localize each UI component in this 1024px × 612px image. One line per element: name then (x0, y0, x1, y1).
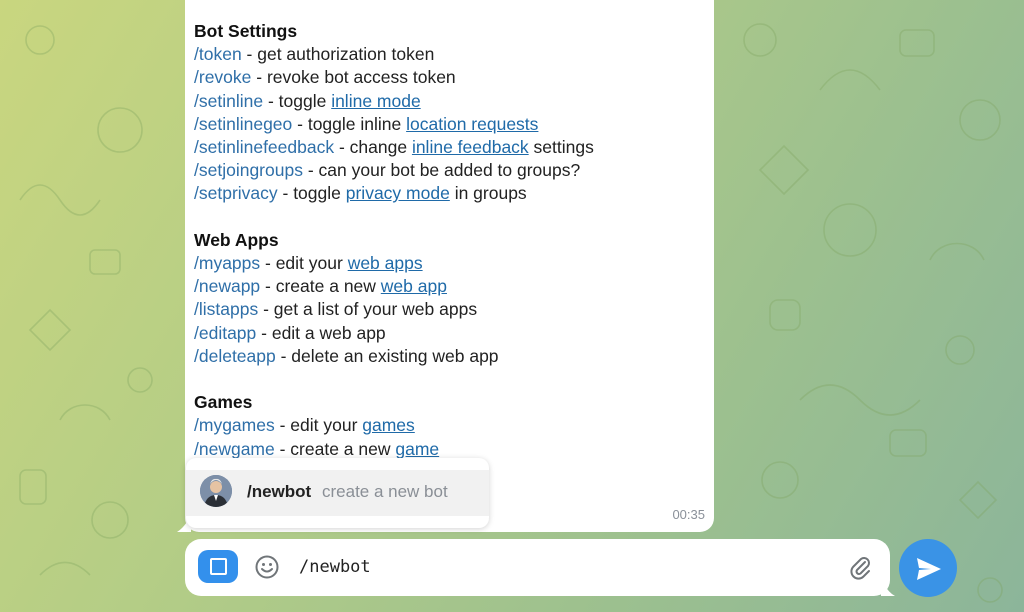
bot-command-link[interactable]: /setjoingroups (194, 160, 303, 180)
doc-link[interactable]: web app (381, 276, 447, 296)
command-description: - can your bot be added to groups? (302, 160, 581, 181)
suggestion-command: /newbot (247, 482, 312, 501)
doc-link[interactable]: game (395, 439, 439, 459)
command-description: - toggle (263, 90, 332, 111)
suggestion-description: create a new bot (322, 482, 448, 501)
command-line: /editapp - edit a web app (194, 322, 714, 345)
command-description: - edit your (260, 253, 348, 274)
command-description: in groups (449, 183, 527, 204)
doc-link[interactable]: games (362, 415, 415, 435)
message-time: 00:35 (672, 506, 705, 522)
command-line: /setinlinegeo - toggle inline location r… (194, 113, 714, 136)
message-content: Bot Settings/token - get authorization t… (194, 20, 714, 461)
paperclip-icon[interactable] (847, 554, 873, 580)
command-description: - toggle inline (292, 113, 407, 134)
command-line: /revoke - revoke bot access token (194, 66, 714, 89)
bot-command-link[interactable]: /deleteapp (194, 346, 276, 366)
composer-tail (881, 578, 895, 596)
bot-menu-button[interactable] (198, 550, 238, 583)
suggestion-item-newbot[interactable]: /newbot create a new bot (186, 470, 489, 516)
bot-command-link[interactable]: /setinlinefeedback (194, 137, 334, 157)
section-title: Bot Settings (194, 21, 298, 41)
send-button[interactable] (899, 539, 957, 597)
doc-link[interactable]: inline mode (331, 91, 421, 111)
doc-link[interactable]: inline feedback (412, 137, 529, 157)
command-description: - edit your (274, 415, 363, 436)
command-line: /newapp - create a new web app (194, 275, 714, 298)
command-line: /deleteapp - delete an existing web app (194, 345, 714, 368)
command-description: - create a new (260, 276, 381, 297)
command-description: - change (334, 137, 412, 158)
message-composer (185, 539, 890, 596)
bot-message-bubble: Bot Settings/token - get authorization t… (185, 0, 714, 532)
command-line: /token - get authorization token (194, 43, 714, 66)
command-line: /setprivacy - toggle privacy mode in gro… (194, 182, 714, 205)
command-description: settings (528, 137, 594, 158)
command-suggestion-popup: /newbot create a new bot (186, 458, 489, 528)
command-line: /listapps - get a list of your web apps (194, 298, 714, 321)
bot-command-link[interactable]: /editapp (194, 323, 256, 343)
bot-command-link[interactable]: /mygames (194, 415, 275, 435)
command-description: - get a list of your web apps (258, 299, 478, 320)
bot-command-link[interactable]: /revoke (194, 67, 251, 87)
bot-command-link[interactable]: /setprivacy (194, 183, 278, 203)
smiley-icon[interactable] (254, 554, 280, 580)
section-title: Games (194, 392, 253, 413)
command-line: /setjoingroups - can your bot be added t… (194, 159, 714, 182)
command-description: - get authorization token (241, 44, 435, 65)
command-description: - delete an existing web app (275, 345, 499, 366)
bot-menu-icon (210, 558, 227, 575)
bot-avatar (200, 475, 232, 507)
command-description: - revoke bot access token (251, 67, 456, 88)
bot-command-link[interactable]: /token (194, 44, 242, 64)
message-input[interactable] (299, 552, 839, 582)
bot-command-link[interactable]: /setinlinegeo (194, 114, 292, 134)
command-description: - create a new (274, 438, 396, 459)
command-line: /setinlinefeedback - change inline feedb… (194, 136, 714, 159)
doc-link[interactable]: location requests (406, 114, 538, 134)
bot-command-link[interactable]: /myapps (194, 253, 260, 273)
command-description: - edit a web app (256, 322, 386, 343)
bot-command-link[interactable]: /newapp (194, 276, 260, 296)
paper-plane-icon (917, 558, 941, 580)
section-title: Web Apps (194, 229, 279, 250)
bot-command-link[interactable]: /setinline (194, 91, 263, 111)
doc-link[interactable]: privacy mode (346, 183, 450, 203)
command-line: /setinline - toggle inline mode (194, 90, 714, 113)
doc-link[interactable]: web apps (348, 253, 423, 273)
command-description: - toggle (277, 183, 346, 204)
command-line: /myapps - edit your web apps (194, 252, 714, 275)
bot-command-link[interactable]: /newgame (194, 439, 275, 459)
command-line: /mygames - edit your games (194, 414, 714, 437)
bot-command-link[interactable]: /listapps (194, 299, 258, 319)
